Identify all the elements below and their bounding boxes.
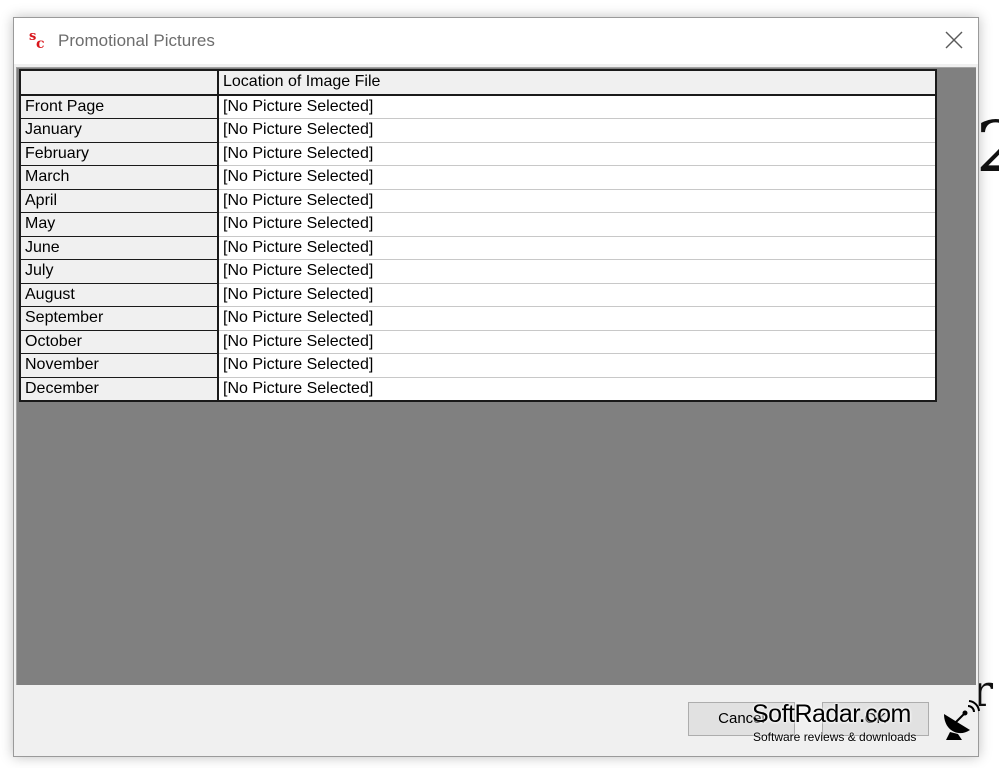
grid-row: June [No Picture Selected] [20,236,936,260]
row-header-october[interactable]: October [20,330,219,354]
image-location-cell[interactable]: [No Picture Selected] [218,212,936,237]
dialog-title: Promotional Pictures [58,31,215,50]
svg-text:c: c [36,36,45,50]
softradar-watermark: SoftRadar.com Software reviews & downloa… [752,700,982,748]
image-location-cell[interactable]: [No Picture Selected] [218,236,936,260]
satellite-dish-icon [944,700,980,740]
background-app-glyph: 2 [976,106,999,188]
row-header-september[interactable]: September [20,306,219,331]
close-icon[interactable] [942,28,966,52]
row-header-june[interactable]: June [20,236,219,260]
row-header-march[interactable]: March [20,165,219,190]
image-location-cell[interactable]: [No Picture Selected] [218,142,936,166]
image-location-cell[interactable]: [No Picture Selected] [218,353,936,378]
grid-row: October [No Picture Selected] [20,330,936,354]
grid-row: July [No Picture Selected] [20,259,936,284]
row-header-front-page[interactable]: Front Page [20,94,219,119]
image-location-cell[interactable]: [No Picture Selected] [218,283,936,307]
image-location-cell[interactable]: [No Picture Selected] [218,118,936,143]
row-header-april[interactable]: April [20,189,219,213]
grid-row: November [No Picture Selected] [20,353,936,378]
grid-row: April [No Picture Selected] [20,189,936,213]
grid-corner-cell [20,70,219,96]
image-location-cell[interactable]: [No Picture Selected] [218,165,936,190]
row-header-december[interactable]: December [20,377,219,401]
column-header-location[interactable]: Location of Image File [218,70,936,96]
row-header-january[interactable]: January [20,118,219,143]
image-location-grid: Location of Image File Front Page [No Pic… [19,69,937,402]
row-header-august[interactable]: August [20,283,219,307]
watermark-tagline: Software reviews & downloads [753,730,917,744]
app-logo-icon: s c [29,29,45,50]
image-location-cell[interactable]: [No Picture Selected] [218,306,936,331]
image-location-cell[interactable]: [No Picture Selected] [218,94,936,119]
row-header-july[interactable]: July [20,259,219,284]
grid-row: March [No Picture Selected] [20,165,936,190]
image-location-cell[interactable]: [No Picture Selected] [218,330,936,354]
grid-container: Location of Image File Front Page [No Pic… [16,67,976,685]
grid-row: December [No Picture Selected] [20,377,936,401]
grid-row: January [No Picture Selected] [20,118,936,143]
grid-row: September [No Picture Selected] [20,306,936,331]
promotional-pictures-dialog: s c Promotional Pictures Location of Ima… [13,17,979,757]
grid-row: February [No Picture Selected] [20,142,936,166]
row-header-may[interactable]: May [20,212,219,237]
grid-header-row: Location of Image File [20,70,936,96]
watermark-brand: SoftRadar.com [752,700,911,728]
row-header-november[interactable]: November [20,353,219,378]
grid-row: August [No Picture Selected] [20,283,936,307]
image-location-cell[interactable]: [No Picture Selected] [218,259,936,284]
grid-row: Front Page [No Picture Selected] [20,94,936,119]
row-header-february[interactable]: February [20,142,219,166]
image-location-cell[interactable]: [No Picture Selected] [218,189,936,213]
title-bar[interactable]: s c Promotional Pictures [14,18,978,64]
image-location-cell[interactable]: [No Picture Selected] [218,377,936,401]
grid-row: May [No Picture Selected] [20,212,936,237]
